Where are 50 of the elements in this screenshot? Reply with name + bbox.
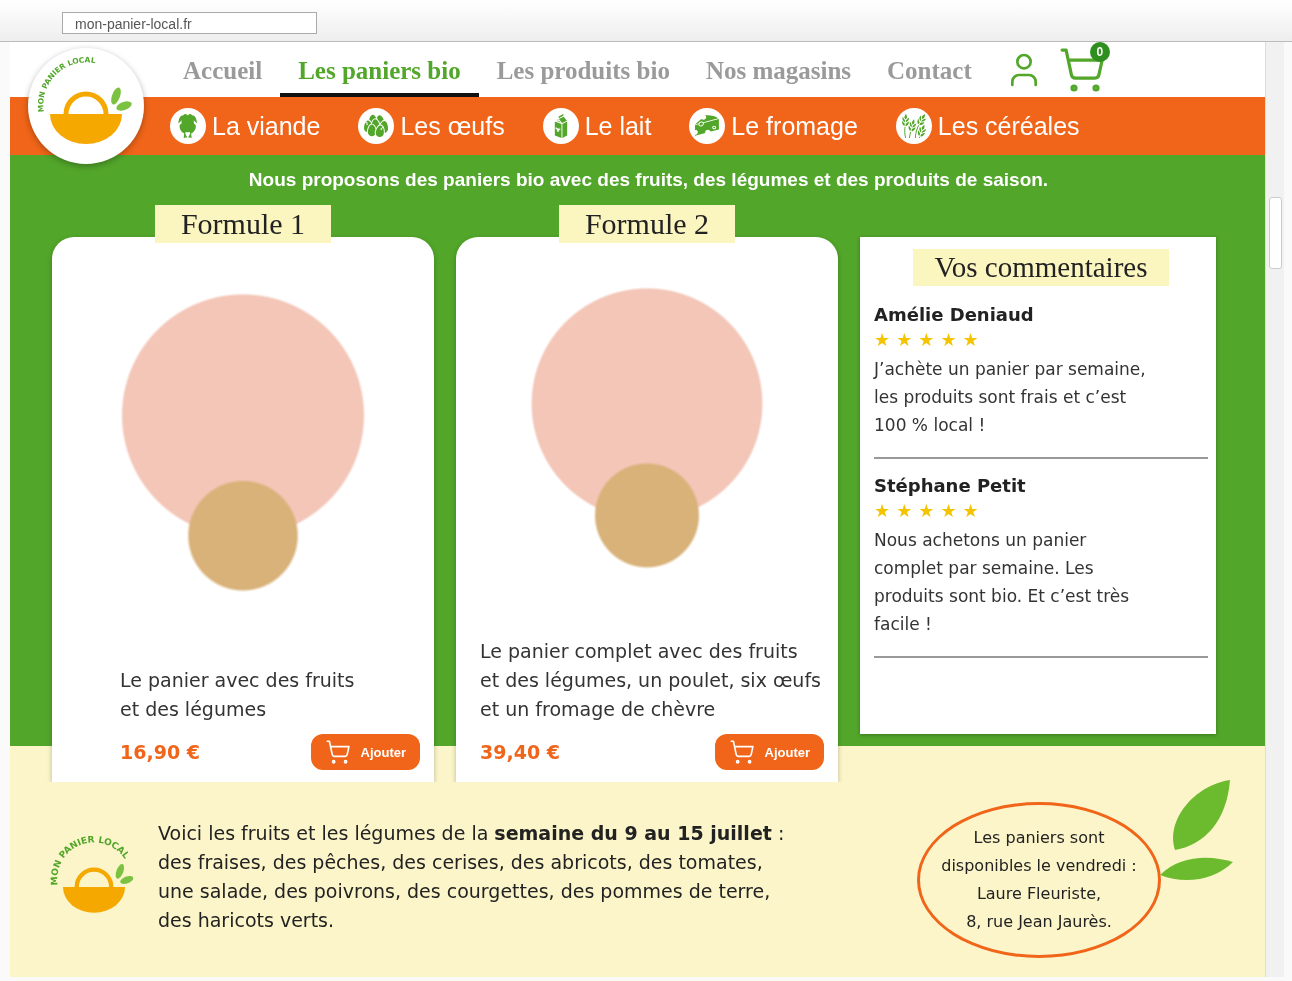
category-label: Le lait <box>584 111 652 141</box>
comment-author: Stéphane Petit <box>874 475 1027 496</box>
chicken-icon <box>170 108 206 144</box>
formula-title: Formule 1 <box>154 205 332 243</box>
nav-link[interactable]: Accueil <box>165 42 281 97</box>
nav-link[interactable]: Nos magasins <box>687 42 870 97</box>
comment-text: J’achète un panier par semaine, les produits sont frais et c’est 100 % local ! <box>874 358 1147 437</box>
category-link[interactable]: Le fromage <box>689 108 858 144</box>
star-icon: ★ <box>940 329 957 351</box>
category-link[interactable]: Le lait <box>542 108 652 144</box>
star-icon: ★ <box>896 329 913 351</box>
tagline: Nous proposons des paniers bio avec des fruits, des légumes et des produits de saison. <box>247 169 1050 191</box>
category-label: La viande <box>212 111 321 141</box>
comments-title: Vos commentaires <box>912 249 1170 286</box>
category-link[interactable]: La viande <box>170 108 321 144</box>
nav-link[interactable]: Les produits bio <box>478 42 688 97</box>
category-label: Les œufs <box>400 111 505 141</box>
price: 39,40 € <box>480 741 560 763</box>
category-label: Le fromage <box>731 111 858 141</box>
milk-carton-icon <box>542 108 579 144</box>
comment-text: Nous achetons un panier complet par semaine. Les produits sont bio. Et c’est très facile ! <box>874 529 1131 636</box>
star-icon: ★ <box>962 329 979 351</box>
nav-link[interactable]: Contact <box>869 42 990 97</box>
product-description: Le panier avec des fruits et des légumes <box>120 668 356 722</box>
weekly-produce-text: Voici les fruits et les légumes de la semaine du 9 au 15 juillet : des fraises, des pêches, des cerises, des abricots, des tomates, une salade, des poivrons, des courgettes, des pommes de terre, des haricots verts. <box>158 820 786 933</box>
product-description: Le panier complet avec des fruits et des légumes, un poulet, six œufs et un fromage de chèvre <box>480 639 822 722</box>
cart-icon <box>728 739 755 765</box>
pickup-note: Les paniers sont disponibles le vendredi : Laure Fleuriste, 8, rue Jean Jaurès. <box>917 801 1161 958</box>
star-icon: ★ <box>918 329 935 351</box>
formula-title: Formule 2 <box>558 205 736 243</box>
cart-button[interactable]: 0 <box>1057 45 1106 94</box>
cart-icon <box>324 739 351 765</box>
star-icon: ★ <box>962 500 979 522</box>
add-button[interactable]: Ajouter <box>310 734 420 770</box>
add-button[interactable]: Ajouter <box>714 734 824 770</box>
star-icon: ★ <box>874 329 891 351</box>
category-link[interactable]: Les céréales <box>895 108 1080 144</box>
category-label: Les céréales <box>937 111 1080 141</box>
star-icon: ★ <box>940 500 957 522</box>
price: 16,90 € <box>120 741 200 763</box>
scrollbar[interactable] <box>1265 42 1284 977</box>
address-field[interactable]: mon-panier-local.fr <box>62 12 317 34</box>
star-icon: ★ <box>896 500 913 522</box>
wheat-icon <box>895 108 932 144</box>
star-icon: ★ <box>874 500 891 522</box>
cheese-icon <box>689 108 726 144</box>
comment-author: Amélie Deniaud <box>874 304 1035 325</box>
star-icon: ★ <box>918 500 935 522</box>
eggs-icon <box>358 108 395 144</box>
category-link[interactable]: Les œufs <box>358 108 505 144</box>
